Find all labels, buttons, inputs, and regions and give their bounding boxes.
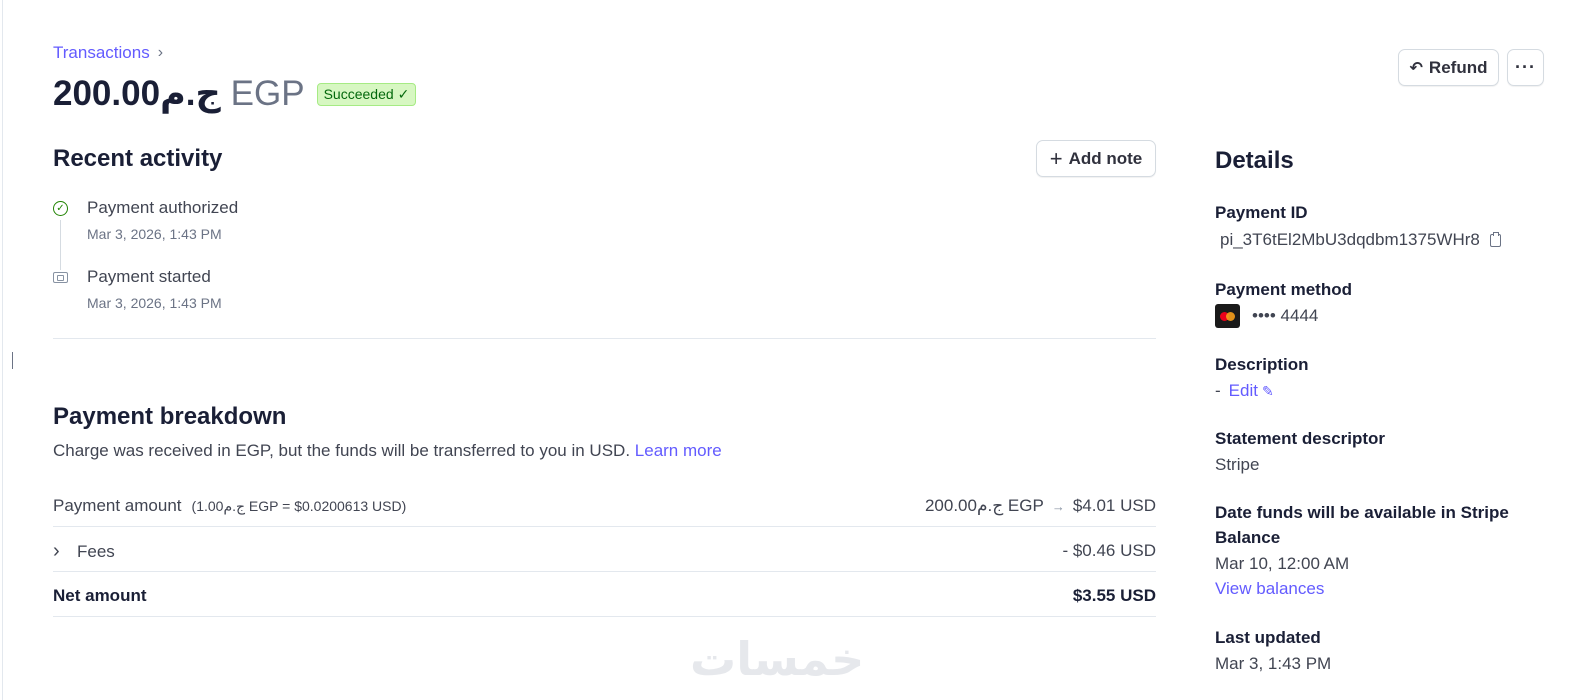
- refund-arrow-icon: ↶: [1409, 59, 1423, 77]
- arrow-right-icon: →: [1051, 498, 1065, 514]
- add-note-button[interactable]: + Add note: [1036, 140, 1156, 177]
- net-amount-value: $3.55 USD: [1072, 586, 1156, 605]
- payment-breakdown-heading: Payment breakdown: [53, 403, 287, 430]
- edit-description-button[interactable]: Edit ✎: [1229, 381, 1274, 401]
- page-title: ج.م200.00 EGP Succeeded ✓: [53, 74, 417, 114]
- description: - Edit ✎: [1215, 381, 1274, 401]
- payment-card-icon: [53, 272, 68, 283]
- text-cursor: [12, 352, 13, 369]
- edit-label: Edit: [1228, 381, 1258, 400]
- checkmark-icon: ✓: [397, 85, 410, 102]
- recent-activity-heading: Recent activity: [53, 145, 223, 172]
- last-updated-value: Mar 3, 1:43 PM: [1215, 654, 1332, 673]
- payment-amount-row-value: ج.م200.00 EGP → $4.01 USD: [925, 496, 1156, 516]
- activity-title: Payment started: [87, 267, 211, 286]
- plus-icon: +: [1049, 145, 1063, 171]
- activity-date: Mar 3, 2026, 1:43 PM: [87, 226, 222, 242]
- payment-currency: EGP: [230, 74, 305, 113]
- net-amount-label: Net amount: [53, 586, 147, 605]
- payment-amount-row-label: Payment amount (ج.م1.00 EGP = $0.0200613…: [53, 496, 406, 516]
- description-value: -: [1215, 381, 1221, 400]
- check-circle-icon: ✓: [53, 201, 68, 216]
- original-amount: ج.م200.00 EGP: [924, 496, 1044, 515]
- pencil-icon: ✎: [1261, 382, 1274, 399]
- fees-label: Fees: [77, 541, 115, 561]
- exchange-rate: (ج.م1.00 EGP = $0.0200613 USD): [191, 497, 407, 514]
- status-badge-label: Succeeded: [323, 86, 394, 102]
- statement-descriptor-label: Statement descriptor: [1215, 429, 1386, 448]
- activity-title: Payment authorized: [87, 198, 239, 217]
- timeline-connector: [60, 220, 61, 270]
- breadcrumb-transactions-link[interactable]: Transactions: [53, 43, 150, 63]
- breakdown-description-text: Charge was received in EGP, but the fund…: [53, 441, 631, 460]
- funds-available-value: Mar 10, 12:00 AM: [1215, 554, 1350, 573]
- breadcrumb: Transactions ›: [53, 43, 163, 63]
- copy-icon[interactable]: [1489, 231, 1501, 247]
- view-balances-link[interactable]: View balances: [1215, 579, 1324, 599]
- statement-descriptor-value: Stripe: [1215, 455, 1260, 474]
- refund-button-label: Refund: [1428, 57, 1488, 77]
- payment-method-label: Payment method: [1215, 280, 1352, 299]
- refund-button[interactable]: ↶ Refund: [1398, 49, 1499, 86]
- card-last4: •••• 4444: [1252, 306, 1319, 325]
- payment-id: pi_3T6tEl2MbU3dqdbm1375WHr8: [1220, 230, 1501, 250]
- row-divider: [53, 526, 1156, 527]
- converted-amount: $4.01 USD: [1072, 496, 1156, 515]
- page-left-border: [2, 0, 3, 700]
- fees-value: - $0.46 USD: [1062, 541, 1156, 560]
- status-badge: Succeeded ✓: [316, 82, 417, 106]
- chevron-right-icon: ›: [53, 540, 60, 562]
- add-note-label: Add note: [1068, 148, 1143, 168]
- section-divider: [53, 338, 1156, 339]
- row-divider: [53, 616, 1156, 617]
- payment-id-label: Payment ID: [1215, 203, 1308, 222]
- payment-id-value: pi_3T6tEl2MbU3dqdbm1375WHr8: [1220, 230, 1480, 249]
- description-label: Description: [1215, 355, 1309, 374]
- ellipsis-icon: ···: [1515, 57, 1536, 77]
- more-options-button[interactable]: ···: [1507, 49, 1544, 86]
- chevron-right-icon: ›: [157, 44, 164, 61]
- payment-method: •••• 4444: [1215, 304, 1318, 328]
- mastercard-icon: [1215, 304, 1240, 328]
- activity-date: Mar 3, 2026, 1:43 PM: [87, 295, 222, 311]
- payment-amount: ج.م200.00: [53, 74, 221, 113]
- learn-more-link[interactable]: Learn more: [635, 441, 722, 460]
- breakdown-description: Charge was received in EGP, but the fund…: [53, 441, 722, 461]
- watermark-logo: خمسات: [690, 633, 865, 685]
- funds-available-label: Date funds will be available in Stripe B…: [1215, 503, 1509, 547]
- details-heading: Details: [1215, 147, 1294, 174]
- payment-amount-label: Payment amount: [53, 496, 182, 515]
- last-updated-label: Last updated: [1215, 628, 1321, 647]
- fees-row-toggle[interactable]: › Fees: [53, 540, 115, 563]
- row-divider: [53, 571, 1156, 572]
